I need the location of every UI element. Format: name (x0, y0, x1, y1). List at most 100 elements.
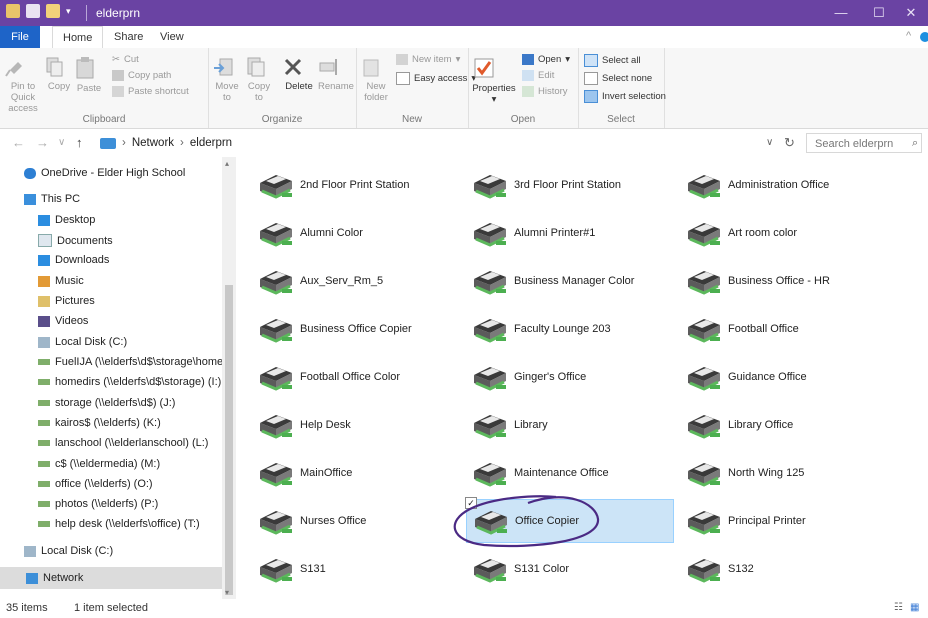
printer-tile[interactable]: S131 (256, 549, 470, 589)
copy-to-button[interactable]: Copy to (244, 56, 274, 103)
paste-button[interactable]: Paste (74, 56, 104, 94)
printer-label: Office Copier (515, 515, 579, 527)
scrollbar-thumb[interactable] (225, 285, 233, 595)
breadcrumb-elderprn[interactable]: elderprn (190, 137, 232, 149)
recent-chevron-icon[interactable]: ∨ (58, 137, 65, 148)
sidebar-item-network-drive[interactable]: kairos$ (\\elderfs) (K:) (38, 417, 161, 429)
up-arrow-icon[interactable]: ↑ (76, 135, 83, 150)
history-button[interactable]: History (522, 86, 568, 97)
sidebar-item-pictures[interactable]: Pictures (38, 295, 95, 307)
easy-access-button[interactable]: Easy access ▾ (396, 72, 476, 85)
sidebar-item-network-drive[interactable]: photos (\\elderfs) (P:) (38, 498, 158, 510)
sidebar-item-network-drive[interactable]: c$ (\\eldermedia) (M:) (38, 458, 160, 470)
sidebar-item-network-drive[interactable]: lanschool (\\elderlanschool) (L:) (38, 437, 208, 449)
search-input[interactable]: Search elderprn (806, 133, 922, 153)
back-arrow-icon[interactable]: ← (12, 135, 25, 150)
rename-button[interactable]: Rename (318, 56, 354, 92)
printer-tile[interactable]: Aux_Serv_Rm_5 (256, 261, 470, 301)
printer-tile[interactable]: S132 (684, 549, 898, 589)
new-folder-quick-icon[interactable] (46, 4, 60, 18)
new-item-button[interactable]: New item ▾ (396, 54, 460, 65)
breadcrumb-network[interactable]: Network (132, 137, 174, 149)
move-to-button[interactable]: Move to (212, 56, 242, 103)
printer-tile[interactable]: Library (470, 405, 684, 445)
properties-button[interactable]: Properties ▾ (472, 56, 516, 105)
printer-tile[interactable]: 3rd Floor Print Station (470, 165, 684, 205)
sidebar-item-network-drive[interactable]: homedirs (\\elderfs\d$\storage) (I:) (38, 376, 221, 388)
sidebar-item-network-drive[interactable]: office (\\elderfs) (O:) (38, 478, 153, 490)
printer-tile[interactable]: Business Office - HR (684, 261, 898, 301)
printer-tile[interactable]: Guidance Office (684, 357, 898, 397)
details-view-icon[interactable]: ☷ (894, 602, 903, 613)
printer-tile[interactable]: Maintenance Office (470, 453, 684, 493)
sidebar-item-network-drive[interactable]: storage (\\elderfs\d$) (J:) (38, 397, 175, 409)
open-button[interactable]: Open ▾ (522, 54, 570, 65)
properties-quick-icon[interactable] (26, 4, 40, 18)
cut-button[interactable]: ✂ Cut (112, 54, 139, 65)
sidebar-item-network[interactable]: Network (0, 567, 222, 589)
delete-button[interactable]: Delete (282, 56, 316, 92)
printer-tile[interactable]: Football Office Color (256, 357, 470, 397)
printer-tile[interactable]: Administration Office (684, 165, 898, 205)
address-bar[interactable]: › Network › elderprn (100, 133, 800, 153)
printer-tile[interactable]: Business Office Copier (256, 309, 470, 349)
paste-shortcut-button[interactable]: Paste shortcut (112, 86, 189, 97)
printer-tile[interactable]: Nurses Office (256, 501, 470, 541)
printer-tile[interactable]: Alumni Color (256, 213, 470, 253)
sidebar-item-local-disk[interactable]: Local Disk (C:) (38, 336, 127, 348)
close-button[interactable]: ✕ (894, 0, 928, 26)
printer-tile[interactable]: Help Desk (256, 405, 470, 445)
printer-tile[interactable]: Library Office (684, 405, 898, 445)
sidebar-item-this-pc[interactable]: This PC (24, 193, 80, 205)
printer-tile[interactable]: Faculty Lounge 203 (470, 309, 684, 349)
printer-tile[interactable]: Ginger's Office (470, 357, 684, 397)
sidebar-item-documents[interactable]: Documents (38, 234, 113, 247)
tab-file[interactable]: File (0, 26, 40, 48)
sidebar-item-network-drive[interactable]: help desk (\\elderfs\office) (T:) (38, 518, 200, 530)
printer-tile[interactable]: ✓ Office Copier (465, 497, 674, 543)
printer-tile[interactable]: Principal Printer (684, 501, 898, 541)
new-folder-button[interactable]: New folder (360, 56, 392, 103)
printer-icon (470, 407, 510, 443)
sidebar-item-downloads[interactable]: Downloads (38, 254, 109, 266)
edit-button[interactable]: Edit (522, 70, 554, 81)
printer-tile[interactable]: North Wing 125 (684, 453, 898, 493)
tab-home[interactable]: Home (52, 26, 104, 50)
help-icon[interactable] (920, 32, 928, 42)
sidebar-item-onedrive[interactable]: OneDrive - Elder High School (24, 167, 185, 179)
sidebar-item-network-drive[interactable]: FuelIJA (\\elderfs\d$\storage\homedir (38, 356, 235, 368)
sidebar-item-local-disk-2[interactable]: Local Disk (C:) (24, 545, 113, 557)
checkbox-icon[interactable]: ✓ (465, 497, 477, 509)
qat-dropdown-icon[interactable]: ▾ (66, 6, 71, 17)
printer-tile[interactable]: S131 Color (470, 549, 684, 589)
address-dropdown-icon[interactable]: ∨ (766, 137, 773, 148)
navigation-scrollbar[interactable]: ▴ ▾ (222, 157, 236, 599)
sidebar-item-desktop[interactable]: Desktop (38, 214, 95, 226)
tab-view[interactable]: View (150, 26, 194, 48)
edit-icon (522, 70, 534, 81)
refresh-icon[interactable]: ↻ (784, 135, 795, 151)
printer-tile[interactable]: Business Manager Color (470, 261, 684, 301)
pin-quick-access-button[interactable]: Pin to Quick access (4, 56, 42, 114)
copy-button[interactable]: Copy (44, 56, 74, 92)
printer-tile[interactable]: Art room color (684, 213, 898, 253)
scroll-up-icon[interactable]: ▴ (225, 159, 229, 168)
printer-tile[interactable]: MainOffice (256, 453, 470, 493)
sidebar-item-music[interactable]: Music (38, 275, 84, 287)
sidebar-item-videos[interactable]: Videos (38, 315, 88, 327)
printer-tile[interactable]: 2nd Floor Print Station (256, 165, 470, 205)
scroll-down-icon[interactable]: ▾ (225, 588, 229, 597)
search-icon[interactable]: ⌕ (912, 137, 918, 150)
collapse-ribbon-icon[interactable]: ^ (906, 30, 911, 42)
tiles-view-icon[interactable]: ▦ (910, 602, 919, 613)
move-to-label: Move to (215, 81, 239, 103)
forward-arrow-icon[interactable]: → (36, 135, 49, 150)
select-all-button[interactable]: Select all (584, 54, 641, 67)
printer-tile[interactable]: Football Office (684, 309, 898, 349)
tab-share[interactable]: Share (104, 26, 153, 48)
printer-tile[interactable]: Alumni Printer#1 (470, 213, 684, 253)
invert-selection-button[interactable]: Invert selection (584, 90, 666, 103)
select-none-button[interactable]: Select none (584, 72, 652, 85)
copy-path-button[interactable]: Copy path (112, 70, 171, 81)
paste-icon (74, 56, 104, 80)
